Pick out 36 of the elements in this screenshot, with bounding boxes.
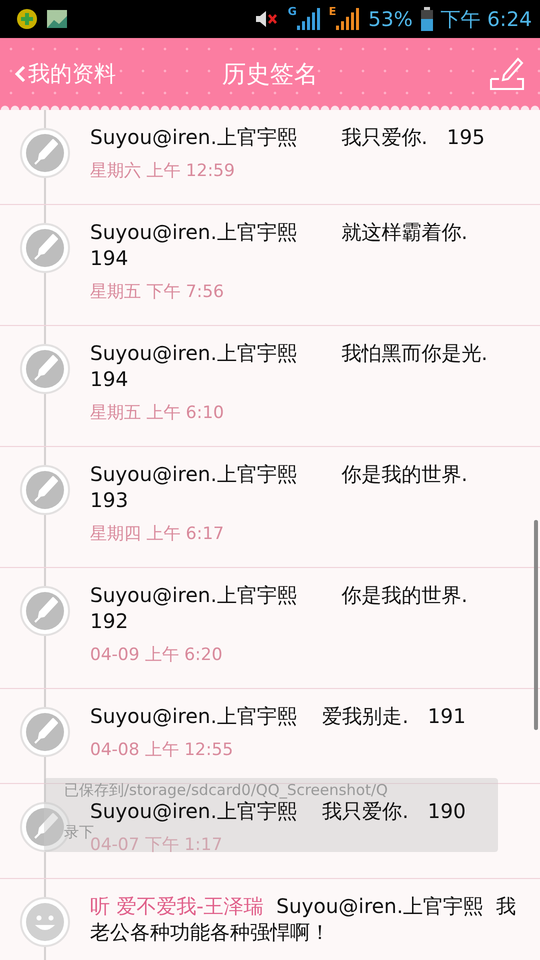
clock: 下午 6:24: [440, 6, 532, 32]
status-text: 听 爱不爱我-王泽瑞 Suyou@iren.上官宇熙 我老公各种功能各种强悍啊！: [90, 893, 517, 945]
signature-text: Suyou@iren.上官宇熙 我只爱你. 190: [90, 798, 467, 824]
mute-icon: [254, 8, 280, 30]
back-button[interactable]: 我的资料: [14, 59, 116, 89]
signature-date: 04-07 下午 1:17: [90, 835, 224, 857]
signature-date: 星期五 下午 7:56: [90, 281, 225, 304]
page-title: 历史签名: [222, 60, 318, 88]
signal-icon: [296, 6, 321, 32]
toast-text: 已保存到/storage/sdcard0/QQ_Screenshot/Q: [64, 780, 388, 800]
app-icon: [16, 8, 38, 30]
pen-icon: [20, 344, 70, 394]
gallery-icon: [46, 8, 68, 30]
signature-date: 04-08 上午 12:55: [90, 739, 234, 762]
edit-button[interactable]: [488, 55, 526, 93]
network-type: E: [328, 6, 336, 17]
signature-date: 星期五 上午 6:10: [90, 402, 225, 425]
signature-text: Suyou@iren.上官宇熙 你是我的世界. 192: [90, 582, 469, 634]
pen-icon: [20, 128, 70, 178]
chevron-icon: [14, 64, 26, 84]
pen-icon: [20, 586, 70, 636]
signature-text: Suyou@iren.上官宇熙 就这样霸着你. 194: [90, 219, 469, 271]
network-type: G: [288, 6, 297, 17]
signal-icon: [336, 6, 360, 32]
pen-icon: [20, 707, 70, 757]
signature-date: 星期六 上午 12:59: [90, 160, 236, 183]
signature-date: 04-09 上午 6:20: [90, 644, 224, 667]
pen-icon: [20, 223, 70, 273]
pen-icon: [20, 465, 70, 515]
battery-percent: 53%: [368, 7, 413, 31]
battery-icon: [420, 7, 433, 31]
signature-text: Suyou@iren.上官宇熙 我怕黑而你是光. 194: [90, 340, 489, 392]
signature-text: Suyou@iren.上官宇熙 你是我的世界. 193: [90, 461, 469, 513]
signature-text: Suyou@iren.上官宇熙 我只爱你. 195: [90, 124, 486, 150]
signature-date: 星期四 上午 6:17: [90, 523, 225, 546]
signature-text: Suyou@iren.上官宇熙 爱我别走. 191: [90, 703, 467, 729]
